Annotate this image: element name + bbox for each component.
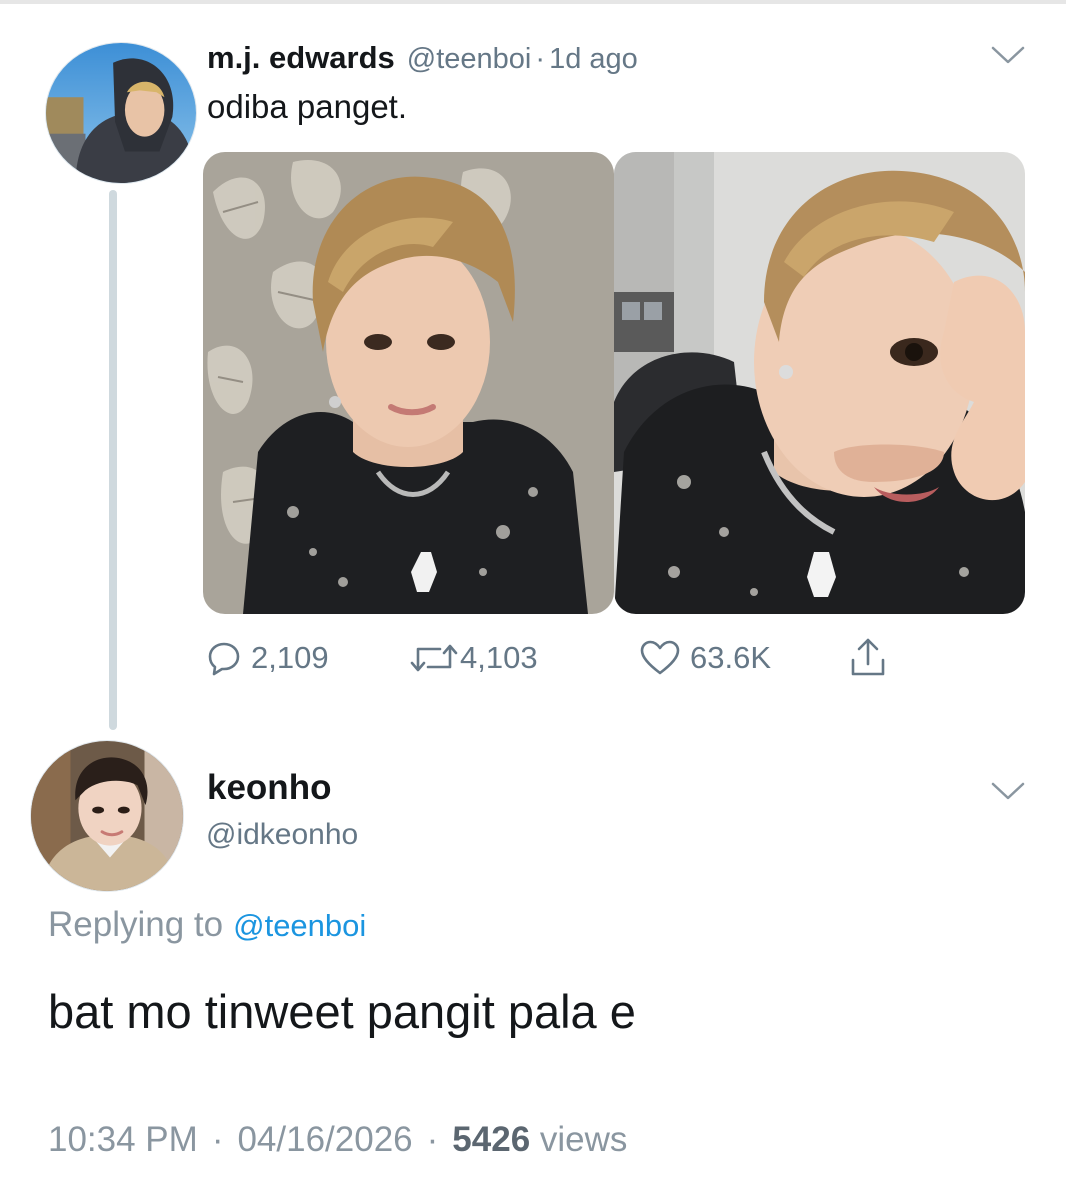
reply-author-handle[interactable]: @idkeonho [206, 818, 358, 852]
reply-date[interactable]: 04/16/2026 [237, 1120, 412, 1159]
views-count: 5426 [452, 1120, 531, 1159]
chevron-down-icon[interactable] [990, 44, 1026, 66]
replying-to-label: Replying to [48, 905, 224, 944]
author-name[interactable]: m.j. edwards [207, 40, 395, 75]
separator-dot: · [426, 1120, 439, 1159]
avatar-mj-edwards[interactable] [45, 42, 197, 184]
like-button[interactable]: 63.6K [638, 636, 771, 680]
reply-text: bat mo tinweet pangit pala e [48, 985, 636, 1038]
replying-to-line: Replying to @teenboi [48, 905, 366, 945]
share-upload-icon [851, 638, 885, 676]
avatar-keonho[interactable] [30, 740, 184, 892]
reply-count: 2,109 [251, 640, 329, 675]
separator-dot: · [535, 43, 546, 75]
reply-time[interactable]: 10:34 PM [48, 1120, 198, 1159]
share-button[interactable] [848, 636, 888, 680]
separator-dot: · [211, 1120, 224, 1159]
tweet-photo-2[interactable] [614, 152, 1025, 614]
chevron-down-icon[interactable] [990, 780, 1026, 802]
tweet-timestamp[interactable]: 1d ago [549, 43, 638, 75]
tweet-text: odiba panget. [207, 88, 408, 125]
retweet-count: 4,103 [460, 640, 538, 675]
retweet-arrows-icon [410, 644, 458, 672]
speech-bubble-icon [208, 642, 240, 676]
views-label: views [539, 1120, 628, 1159]
reply-meta: 10:34 PM · 04/16/2026 · 5426 views [48, 1120, 627, 1160]
author-handle[interactable]: @teenboi [407, 43, 532, 75]
thread-connector-line [109, 190, 117, 730]
tweet-photo-1[interactable] [203, 152, 614, 614]
replying-to-link[interactable]: @teenboi [233, 908, 366, 943]
heart-icon [640, 640, 680, 675]
reply-author-name[interactable]: keonho [207, 768, 331, 808]
like-count: 63.6K [690, 640, 772, 675]
retweet-button[interactable]: 4,103 [410, 636, 538, 680]
top-divider [0, 0, 1066, 4]
tweet-actions: 2,109 4,103 63.6K [205, 636, 905, 680]
reply-button[interactable]: 2,109 [205, 636, 329, 680]
tweet-header: m.j. edwards @teenboi · 1d ago [207, 40, 638, 80]
